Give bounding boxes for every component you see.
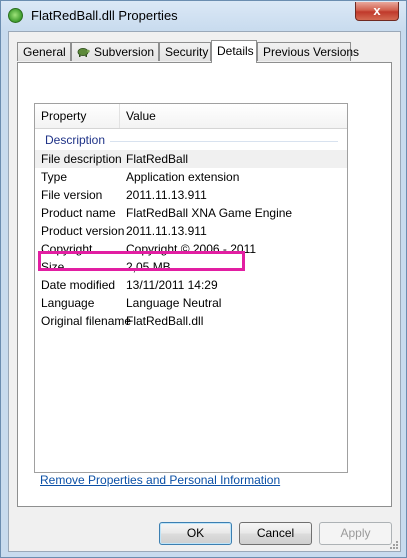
cancel-button[interactable]: Cancel: [239, 522, 312, 545]
property-name: Type: [41, 170, 68, 184]
column-header-property[interactable]: Property: [35, 104, 120, 128]
property-value: 13/11/2011 14:29: [126, 278, 218, 292]
tab-subversion[interactable]: Subversion: [71, 42, 159, 61]
apply-button[interactable]: Apply: [319, 522, 392, 545]
property-name: Date modified: [41, 278, 116, 292]
tab-label: Security: [165, 45, 209, 59]
tab-details[interactable]: Details: [211, 40, 257, 63]
tab-previous-versions[interactable]: Previous Versions: [257, 42, 359, 61]
title-bar[interactable]: FlatRedBall.dll Properties x: [1, 1, 406, 31]
properties-window: FlatRedBall.dll Properties x General Sub…: [0, 0, 407, 558]
resize-grip-icon[interactable]: [389, 540, 399, 550]
table-row[interactable]: Language Language Neutral: [35, 294, 347, 312]
group-divider: [110, 141, 338, 142]
ok-button[interactable]: OK: [159, 522, 232, 545]
close-button[interactable]: x: [355, 2, 399, 21]
property-name: Product version: [41, 224, 125, 238]
table-row[interactable]: Date modified 13/11/2011 14:29: [35, 276, 347, 294]
table-row[interactable]: Original filename FlatRedBall.dll: [35, 312, 347, 330]
property-value: Language Neutral: [126, 296, 222, 310]
tab-label: Subversion: [94, 45, 155, 59]
tab-label: Details: [217, 44, 254, 58]
tab-label: Previous Versions: [263, 45, 360, 59]
group-header-description: Description: [45, 133, 106, 147]
property-value: Application extension: [126, 170, 240, 184]
green-ball-icon: [8, 8, 23, 23]
tab-label: General: [23, 45, 66, 59]
tab-security[interactable]: Security: [159, 42, 211, 61]
property-name: Product name: [41, 206, 116, 220]
property-name: File description: [41, 152, 122, 166]
property-value: FlatRedBall XNA Game Engine: [126, 206, 293, 220]
property-name: Original filename: [41, 314, 132, 328]
turtle-icon: [77, 48, 90, 57]
property-name: File version: [41, 188, 103, 202]
table-row[interactable]: File description FlatRedBall: [35, 150, 347, 168]
list-header: Property Value: [35, 104, 347, 129]
close-icon: x: [373, 3, 381, 18]
tab-general[interactable]: General: [17, 42, 71, 61]
table-row[interactable]: Product version 2011.11.13.911: [35, 222, 347, 240]
property-name: Language: [41, 296, 95, 310]
property-value: 2011.11.13.911: [126, 224, 207, 238]
remove-properties-link[interactable]: Remove Properties and Personal Informati…: [40, 473, 280, 487]
column-header-value[interactable]: Value: [120, 104, 349, 128]
dialog-client-area: General Subversion Security Details Prev…: [8, 31, 401, 552]
property-value: FlatRedBall.dll: [126, 314, 204, 328]
property-value: FlatRedBall: [126, 152, 189, 166]
table-row[interactable]: File version 2011.11.13.911: [35, 186, 347, 204]
details-panel: Property Value Description File descript…: [17, 62, 392, 507]
table-row[interactable]: Product name FlatRedBall XNA Game Engine: [35, 204, 347, 222]
window-title: FlatRedBall.dll Properties: [31, 8, 178, 23]
table-row[interactable]: Type Application extension: [35, 168, 347, 186]
property-value: 2011.11.13.911: [126, 188, 207, 202]
details-list[interactable]: Property Value Description File descript…: [34, 103, 348, 473]
highlight-box: [38, 251, 245, 271]
